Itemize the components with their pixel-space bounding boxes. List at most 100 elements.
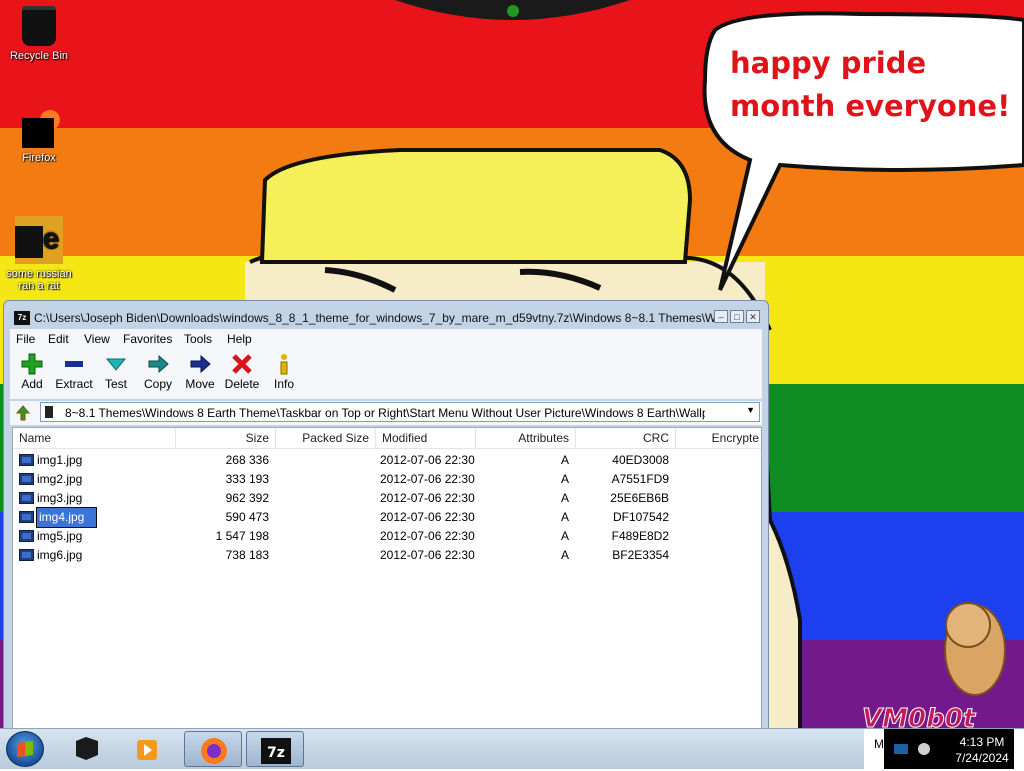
hamster-head (945, 602, 991, 648)
menu-edit[interactable]: Edit (48, 332, 69, 346)
column-crc[interactable]: CRC (576, 428, 676, 448)
table-row[interactable]: img6.jpg 738 183 2012-07-06 22:30 A BF2E… (13, 546, 761, 565)
table-row[interactable]: img1.jpg 268 336 2012-07-06 22:30 A 40ED… (13, 451, 761, 470)
app-shortcut-icon: e (15, 216, 63, 264)
desktop-icon-firefox[interactable]: Firefox (1, 110, 77, 164)
file-packed-size (276, 527, 369, 546)
address-bar: 8~8.1 Themes\Windows 8 Earth Theme\Taskb… (10, 401, 762, 425)
path-text: 8~8.1 Themes\Windows 8 Earth Theme\Taskb… (65, 406, 705, 420)
file-name: img6.jpg (37, 548, 83, 562)
copy-button-label: Copy (143, 377, 172, 391)
test-icon (105, 358, 127, 371)
move-icon (190, 354, 211, 374)
menu-help[interactable]: Help (227, 332, 252, 346)
file-name: img5.jpg (37, 529, 83, 543)
file-name: img3.jpg (37, 491, 83, 505)
7zip-window[interactable]: 7z C:\Users\Joseph Biden\Downloads\windo… (3, 300, 769, 741)
table-row[interactable]: img3.jpg 962 392 2012-07-06 22:30 A 25E6… (13, 489, 761, 508)
path-combobox[interactable]: 8~8.1 Themes\Windows 8 Earth Theme\Taskb… (40, 402, 760, 422)
title-bar[interactable]: 7z C:\Users\Joseph Biden\Downloads\windo… (10, 309, 762, 327)
terminal-icon (76, 737, 98, 760)
column-attributes[interactable]: Attributes (476, 428, 576, 448)
file-attributes: A (560, 510, 569, 524)
image-file-icon (19, 549, 34, 561)
delete-button[interactable]: Delete (221, 351, 263, 391)
column-name[interactable]: Name (13, 428, 176, 448)
file-modified: 2012-07-06 22:30 (380, 548, 475, 562)
close-button[interactable]: ✕ (746, 310, 760, 323)
file-attributes: A (560, 491, 569, 505)
desktop-icon-label: Firefox (22, 152, 56, 164)
show-desktop-button[interactable] (1014, 729, 1024, 769)
image-file-icon (19, 454, 34, 466)
file-modified: 2012-07-06 22:30 (380, 472, 475, 486)
info-button[interactable]: Info (263, 351, 305, 391)
menu-tools[interactable]: Tools (184, 332, 212, 346)
clock[interactable]: 4:13 PM 7/24/2024 (946, 734, 1018, 766)
column-packed-size[interactable]: Packed Size (276, 428, 376, 448)
file-list[interactable]: Name Size Packed Size Modified Attribute… (12, 427, 762, 741)
drive-icon (45, 406, 53, 418)
taskbar: 7z M 4:13 PM 7/24/2024 (0, 728, 1024, 769)
move-button[interactable]: Move (179, 351, 221, 391)
clock-time: 4:13 PM (959, 735, 1005, 749)
test-button[interactable]: Test (95, 351, 137, 391)
move-button-label: Move (185, 377, 215, 391)
file-attributes: A (560, 529, 569, 543)
delete-icon (232, 354, 252, 374)
file-crc: BF2E3354 (612, 548, 669, 562)
7zip-icon: 7z (14, 311, 30, 325)
green-dot (507, 5, 519, 17)
speech-bubble-text: happy pride month everyone! (730, 46, 1011, 123)
character-hat (259, 148, 693, 264)
table-row[interactable]: img2.jpg 333 193 2012-07-06 22:30 A A755… (13, 470, 761, 489)
menu-favorites[interactable]: Favorites (123, 332, 172, 346)
file-attributes: A (560, 453, 569, 467)
clock-date: 7/24/2024 (955, 751, 1009, 765)
file-size: 738 183 (225, 548, 269, 562)
file-modified: 2012-07-06 22:30 (380, 529, 475, 543)
copy-button[interactable]: Copy (137, 351, 179, 391)
toolbar: Add Extract Test Copy Move Delete Info (10, 349, 762, 399)
folder-up-icon[interactable] (14, 404, 32, 422)
table-row-selected[interactable]: img4.jpg 590 473 2012-07-06 22:30 A DF10… (13, 507, 761, 528)
column-size[interactable]: Size (176, 428, 276, 448)
recycle-bin-icon (22, 6, 56, 46)
menu-bar: File Edit View Favorites Tools Help (10, 329, 762, 349)
file-size: 1 547 198 (215, 529, 269, 543)
tray-label-area: M (864, 729, 884, 769)
info-button-label: Info (273, 377, 294, 391)
menu-file[interactable]: File (16, 332, 35, 346)
taskbar-media[interactable] (118, 731, 176, 767)
column-encrypted[interactable]: Encrypte (676, 428, 761, 448)
7zip-icon: 7z (261, 738, 291, 764)
start-button[interactable] (6, 731, 44, 767)
file-modified: 2012-07-06 22:30 (380, 453, 475, 467)
minimize-button[interactable]: – (714, 310, 728, 323)
media-player-icon (137, 740, 157, 760)
maximize-button[interactable]: □ (730, 310, 744, 323)
column-modified[interactable]: Modified (376, 428, 476, 448)
file-packed-size (276, 546, 369, 565)
file-size: 590 473 (225, 510, 269, 524)
info-icon (280, 354, 288, 375)
taskbar-cmd[interactable] (58, 731, 116, 767)
svg-text:7z: 7z (267, 745, 285, 761)
file-size: 962 392 (225, 491, 269, 505)
file-crc: A7551FD9 (611, 472, 669, 486)
file-name-edit-field[interactable]: img4.jpg (35, 507, 98, 528)
add-button[interactable]: Add (11, 351, 53, 391)
menu-view[interactable]: View (84, 332, 110, 346)
chevron-down-icon[interactable]: ▼ (746, 405, 755, 415)
table-row[interactable]: img5.jpg 1 547 198 2012-07-06 22:30 A F4… (13, 527, 761, 546)
add-button-label: Add (21, 377, 43, 391)
file-crc: 40ED3008 (612, 453, 669, 467)
taskbar-firefox[interactable] (184, 731, 242, 767)
file-size: 268 336 (225, 453, 269, 467)
firefox-icon (22, 110, 60, 148)
file-name: img1.jpg (37, 453, 83, 467)
desktop-icon-recycle-bin[interactable]: Recycle Bin (1, 6, 77, 62)
extract-button[interactable]: Extract (53, 351, 95, 391)
taskbar-7zip[interactable]: 7z (246, 731, 304, 767)
desktop-icon-app-shortcut[interactable]: e some russian ran a rat (1, 216, 77, 292)
